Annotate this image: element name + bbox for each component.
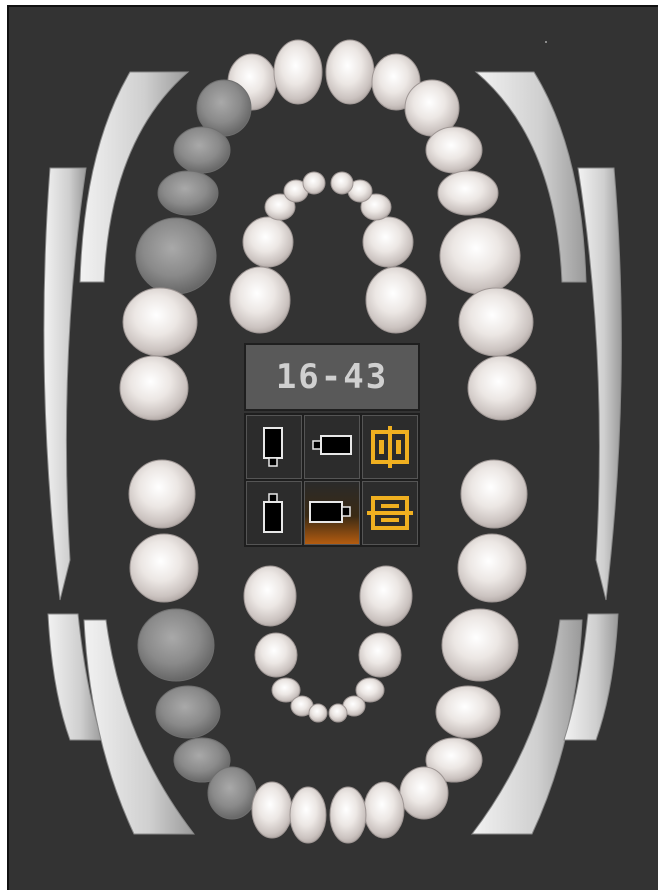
upper-primary-arch (229, 171, 427, 334)
lower-primary-arch (243, 565, 413, 723)
tool-vertical-split-icon (371, 426, 409, 468)
tooth[interactable] (329, 786, 367, 844)
tooth[interactable] (363, 781, 405, 839)
upper-right-outer-bar[interactable] (577, 167, 622, 601)
tooth[interactable] (358, 632, 402, 678)
tooth[interactable] (128, 459, 196, 529)
tooth[interactable] (122, 287, 198, 357)
tooth[interactable] (435, 685, 501, 739)
tool-vertical-single-button[interactable] (246, 415, 302, 479)
tool-vertical-single-alt-icon (263, 493, 283, 533)
tool-horizontal-single-icon (312, 435, 352, 455)
tooth[interactable] (425, 126, 483, 174)
speck (545, 41, 547, 43)
tooth[interactable] (273, 39, 323, 105)
tooth[interactable] (173, 126, 231, 174)
tooth[interactable] (458, 287, 534, 357)
tooth[interactable] (302, 171, 326, 195)
upper-left-outer-bar[interactable] (43, 167, 87, 601)
tool-horizontal-split-icon (367, 496, 413, 530)
tooth[interactable] (362, 216, 414, 268)
tooth[interactable] (129, 533, 199, 603)
view-tool-grid (244, 413, 420, 547)
tooth[interactable] (119, 355, 189, 421)
tool-horizontal-split-button[interactable] (362, 481, 418, 545)
tooth[interactable] (328, 703, 348, 723)
tool-vertical-single-icon (263, 427, 283, 467)
tooth[interactable] (155, 685, 221, 739)
tooth[interactable] (437, 170, 499, 216)
tool-vertical-split-button[interactable] (362, 415, 418, 479)
tooth[interactable] (207, 766, 257, 820)
tooth[interactable] (157, 170, 219, 216)
tooth[interactable] (330, 171, 354, 195)
tooth[interactable] (441, 608, 519, 682)
range-display: 16-43 (244, 343, 420, 411)
tooth[interactable] (460, 459, 528, 529)
tooth[interactable] (243, 565, 297, 627)
tooth[interactable] (251, 781, 293, 839)
tooth[interactable] (229, 266, 291, 334)
tooth[interactable] (439, 217, 521, 295)
tooth[interactable] (325, 39, 375, 105)
tooth[interactable] (289, 786, 327, 844)
tool-horizontal-single-alt-icon (309, 501, 351, 523)
tooth[interactable] (137, 608, 215, 682)
tooth[interactable] (457, 533, 527, 603)
tooth[interactable] (135, 217, 217, 295)
tooth[interactable] (242, 216, 294, 268)
tooth[interactable] (467, 355, 537, 421)
tooth[interactable] (399, 766, 449, 820)
tool-horizontal-single-button[interactable] (304, 415, 360, 479)
tooth[interactable] (359, 565, 413, 627)
tooth[interactable] (365, 266, 427, 334)
tooth[interactable] (308, 703, 328, 723)
tool-horizontal-single-alt-button[interactable] (304, 481, 360, 545)
tool-vertical-single-alt-button[interactable] (246, 481, 302, 545)
tooth[interactable] (254, 632, 298, 678)
